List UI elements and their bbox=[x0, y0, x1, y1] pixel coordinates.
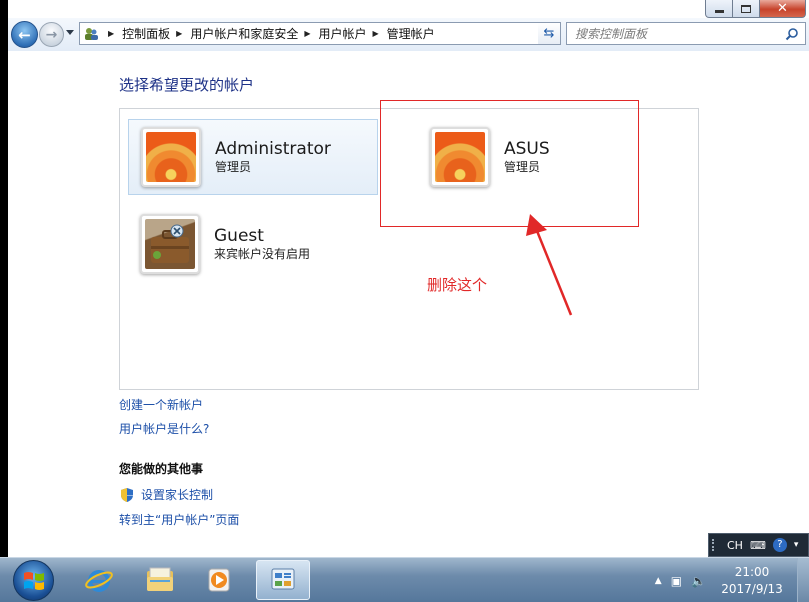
folder-icon bbox=[147, 567, 173, 591]
taskbar: ▲ ▣ 🔈 21:00 2017/9/13 bbox=[0, 557, 809, 602]
windows-explorer-taskbar-button[interactable] bbox=[133, 560, 187, 600]
control-panel-taskbar-button[interactable] bbox=[256, 560, 310, 600]
language-bar[interactable]: CH ⌨ ? ▾ bbox=[708, 533, 809, 557]
options-chevron-icon[interactable]: ▾ bbox=[794, 540, 799, 550]
internet-explorer-taskbar-button[interactable] bbox=[72, 560, 126, 600]
network-icon[interactable]: ▣ bbox=[671, 574, 682, 588]
help-icon[interactable]: ? bbox=[772, 538, 787, 552]
media-player-icon bbox=[208, 568, 230, 592]
clock-date: 2017/9/13 bbox=[721, 581, 783, 596]
annotation-arrow-icon bbox=[526, 214, 573, 316]
input-language[interactable]: CH bbox=[727, 539, 743, 552]
show-desktop-button[interactable] bbox=[797, 558, 809, 602]
grip-icon[interactable] bbox=[712, 539, 715, 551]
clock[interactable]: 21:00 2017/9/13 bbox=[715, 564, 789, 598]
clock-time: 21:00 bbox=[734, 564, 770, 579]
keyboard-icon[interactable]: ⌨ bbox=[750, 539, 766, 552]
volume-icon[interactable]: 🔈 bbox=[691, 574, 706, 588]
start-button[interactable] bbox=[13, 560, 54, 601]
windows-logo-icon bbox=[23, 571, 44, 590]
control-panel-icon bbox=[271, 568, 295, 590]
show-hidden-icons-icon[interactable]: ▲ bbox=[655, 576, 662, 586]
media-player-taskbar-button[interactable] bbox=[192, 560, 246, 600]
notification-area: ▲ ▣ 🔈 21:00 2017/9/13 bbox=[655, 558, 809, 602]
internet-explorer-icon bbox=[85, 570, 113, 592]
